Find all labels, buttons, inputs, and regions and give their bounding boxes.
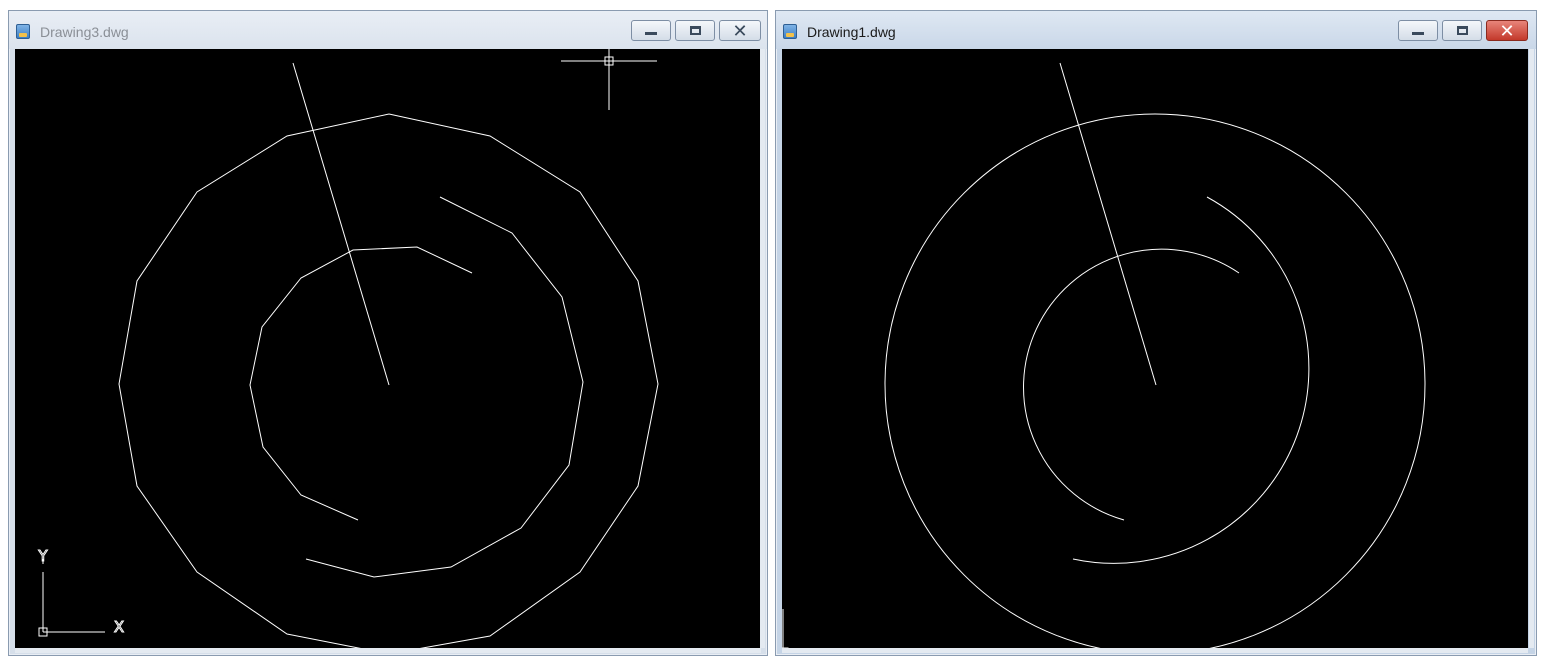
- vertical-scrollbar[interactable]: [1529, 49, 1534, 648]
- drawing-geometry: Y X: [37, 49, 659, 648]
- ucs-icon: [38, 559, 105, 637]
- maximize-icon: [1456, 26, 1468, 35]
- close-button[interactable]: ✕: [1486, 20, 1528, 41]
- horizontal-scrollbar[interactable]: [782, 648, 1528, 653]
- close-icon: ✕: [732, 20, 748, 41]
- inner-polygon-arc: [249, 246, 473, 521]
- drawing-geometry: [782, 62, 1426, 648]
- radial-line: [292, 62, 390, 386]
- ucs-y-label: Y: [37, 547, 48, 565]
- middle-polygon-arc: [305, 196, 584, 578]
- horizontal-scrollbar[interactable]: [15, 648, 761, 653]
- drawing-canvas[interactable]: [782, 49, 1528, 648]
- window-title: Drawing1.dwg: [807, 24, 896, 40]
- close-icon: ✕: [1499, 20, 1515, 41]
- inner-arc: [1023, 248, 1240, 521]
- outer-polygon-arc: [118, 113, 659, 648]
- window-title: Drawing3.dwg: [40, 24, 129, 40]
- crosshair-cursor-icon: [561, 49, 657, 110]
- maximize-button[interactable]: [675, 20, 715, 41]
- drawing-window-drawing3[interactable]: Drawing3.dwg ✕ Y X: [8, 10, 768, 656]
- minimize-button[interactable]: [631, 20, 671, 41]
- ucs-icon: [782, 609, 789, 648]
- drawing-window-drawing1[interactable]: Drawing1.dwg ✕: [775, 10, 1537, 656]
- window-titlebar[interactable]: Drawing1.dwg ✕: [776, 11, 1536, 49]
- app-icon[interactable]: [16, 24, 30, 39]
- drawing-canvas[interactable]: Y X: [15, 49, 761, 648]
- ucs-x-label: X: [114, 618, 124, 636]
- app-icon[interactable]: [783, 24, 797, 39]
- radial-line: [1059, 62, 1157, 386]
- vertical-scrollbar[interactable]: [760, 49, 765, 648]
- maximize-icon: [689, 26, 701, 35]
- minimize-icon: [1412, 32, 1424, 35]
- minimize-icon: [645, 32, 657, 35]
- window-titlebar[interactable]: Drawing3.dwg ✕: [9, 11, 767, 49]
- maximize-button[interactable]: [1442, 20, 1482, 41]
- minimize-button[interactable]: [1398, 20, 1438, 41]
- close-button[interactable]: ✕: [719, 20, 761, 41]
